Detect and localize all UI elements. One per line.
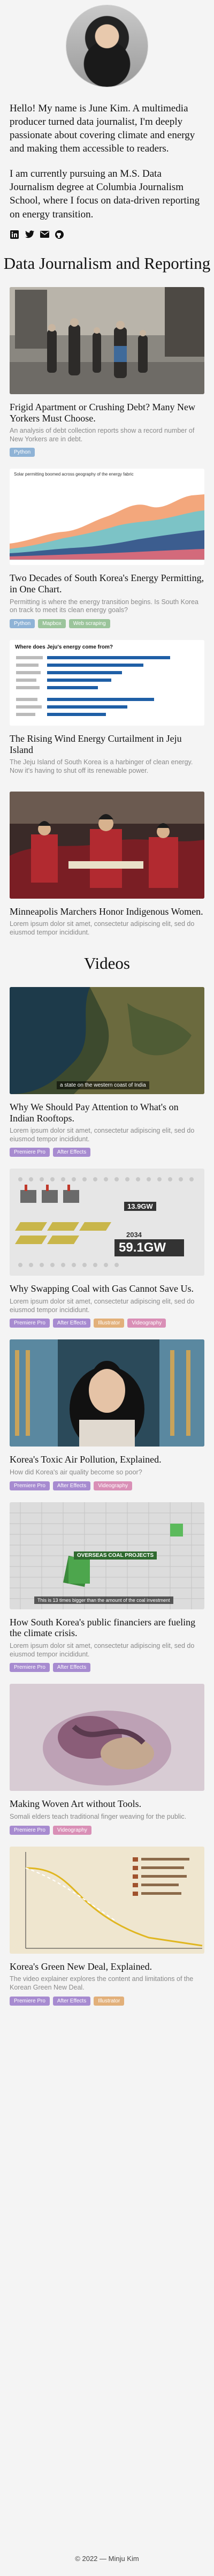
tag-list: Premiere Pro After Effects Illustrator (10, 1996, 204, 2006)
project-card[interactable]: Frigid Apartment or Crushing Debt? Many … (0, 287, 214, 457)
video-card[interactable]: a state on the western coast of India Wh… (0, 986, 214, 1157)
tag-list: Premiere Pro Videography (10, 1825, 204, 1835)
thumbnail-chart-title: Solar permitting boomed across geography… (14, 472, 134, 477)
tag: Videography (94, 1481, 133, 1490)
project-description: An analysis of debt collection reports s… (10, 427, 195, 443)
video-title[interactable]: Making Woven Art without Tools. (10, 1798, 204, 1810)
thumbnail-overlay-text: OVERSEAS COAL PROJECTS (74, 1551, 157, 1560)
tag: Premiere Pro (10, 1319, 50, 1328)
video-thumbnail[interactable]: OVERSEAS COAL PROJECTS This is 13 times … (10, 1502, 204, 1609)
twitter-icon[interactable] (25, 230, 34, 239)
video-title[interactable]: How South Korea's public financiers are … (10, 1617, 204, 1639)
project-title[interactable]: Frigid Apartment or Crushing Debt? Many … (10, 402, 204, 424)
video-card[interactable]: Korea's Green New Deal, Explained. The v… (0, 1846, 214, 2006)
intro: Hello! My name is June Kim. A multimedia… (0, 102, 214, 221)
tag-list: Python Mapbox Web scraping (10, 619, 204, 629)
tag: After Effects (52, 1996, 91, 2006)
video-description: Lorem ipsum dolor sit amet, consectetur … (10, 1298, 195, 1314)
intro-paragraph-2: I am currently pursuing an M.S. Data Jou… (10, 168, 200, 220)
video-card[interactable]: OVERSEAS COAL PROJECTS This is 13 times … (0, 1502, 214, 1673)
portfolio-page: Hello! My name is June Kim. A multimedia… (0, 0, 214, 2576)
tag-list: Premiere Pro After Effects Videography (10, 1481, 204, 1490)
project-description: Permitting is where the energy transitio… (10, 598, 198, 614)
tag: Illustrator (94, 1996, 125, 2006)
video-thumbnail[interactable]: 13.9GW 2034 59.1GW (10, 1169, 204, 1276)
project-title[interactable]: Two Decades of South Korea's Energy Perm… (10, 573, 204, 594)
capacity-label-big: 59.1GW (119, 1240, 166, 1255)
tag: Illustrator (94, 1319, 125, 1328)
section-title-data: Data Journalism and Reporting (3, 253, 211, 273)
tag: Videography (127, 1319, 166, 1328)
thumbnail-chart-title: Where does Jeju's energy come from? (15, 644, 113, 651)
video-description: The video explainer explores the content… (10, 1975, 194, 1991)
email-icon[interactable] (40, 230, 49, 239)
tag-list: Premiere Pro After Effects (10, 1148, 204, 1157)
project-thumbnail[interactable]: Solar permitting boomed across geography… (10, 469, 204, 566)
video-description: Lorem ipsum dolor sit amet, consectetur … (10, 1642, 195, 1658)
year-label: 2034 (126, 1231, 142, 1239)
tag-list: Premiere Pro After Effects Illustrator V… (10, 1319, 204, 1328)
video-thumbnail[interactable] (10, 1339, 204, 1447)
video-title[interactable]: Korea's Green New Deal, Explained. (10, 1961, 204, 1972)
section-title-videos: Videos (84, 953, 130, 973)
project-card[interactable]: Minneapolis Marchers Honor Indigenous Wo… (0, 791, 214, 941)
tag-list: Premiere Pro After Effects (10, 1663, 204, 1673)
video-caption: a state on the western coast of India (57, 1081, 149, 1089)
project-card[interactable]: Where does Jeju's energy come from? The … (0, 640, 214, 780)
tag: Premiere Pro (10, 1148, 50, 1157)
tag: After Effects (52, 1663, 91, 1673)
project-thumbnail[interactable] (10, 791, 204, 899)
project-description: The Jeju Island of South Korea is a harb… (10, 758, 193, 775)
video-card[interactable]: Korea's Toxic Air Pollution, Explained. … (0, 1339, 214, 1490)
capacity-label-top: 13.9GW (124, 1202, 156, 1211)
tag: Premiere Pro (10, 1481, 50, 1490)
github-icon[interactable] (55, 230, 64, 239)
project-description: Lorem ipsum dolor sit amet, consectetur … (10, 920, 195, 936)
linkedin-icon[interactable] (10, 230, 19, 239)
profile-header (0, 0, 214, 102)
tag-list: Python (10, 448, 204, 457)
tag: Premiere Pro (10, 1663, 50, 1673)
tag: After Effects (52, 1319, 91, 1328)
tag: Python (10, 448, 35, 457)
tag: After Effects (52, 1148, 91, 1157)
project-title[interactable]: The Rising Wind Energy Curtailment in Je… (10, 733, 204, 755)
video-title[interactable]: Korea's Toxic Air Pollution, Explained. (10, 1454, 204, 1465)
tag: Premiere Pro (10, 1996, 50, 2006)
tag: Premiere Pro (10, 1825, 50, 1835)
video-caption: This is 13 times bigger than the amount … (34, 1596, 173, 1604)
tag: Videography (52, 1825, 91, 1835)
video-card[interactable]: Making Woven Art without Tools. Somali e… (0, 1684, 214, 1835)
video-description: How did Korea's air quality become so po… (10, 1468, 142, 1477)
video-thumbnail[interactable]: a state on the western coast of India (10, 986, 204, 1094)
tag: Web scraping (68, 619, 110, 629)
video-thumbnail[interactable] (10, 1846, 204, 1954)
tag: Python (10, 619, 35, 629)
project-thumbnail[interactable]: Where does Jeju's energy come from? (10, 640, 204, 726)
project-card[interactable]: Solar permitting boomed across geography… (0, 469, 214, 629)
video-thumbnail[interactable] (10, 1684, 204, 1791)
profile-avatar (66, 5, 148, 87)
tag: Mapbox (38, 619, 66, 629)
intro-paragraph-1: Hello! My name is June Kim. A multimedia… (10, 103, 195, 155)
video-description: Lorem ipsum dolor sit amet, consectetur … (10, 1127, 195, 1143)
social-links (0, 230, 214, 239)
video-title[interactable]: Why We Should Pay Attention to What's on… (10, 1102, 204, 1124)
footer-copyright: © 2022 — Minju Kim (75, 2555, 139, 2563)
project-title[interactable]: Minneapolis Marchers Honor Indigenous Wo… (10, 906, 204, 917)
project-thumbnail[interactable] (10, 287, 204, 394)
video-card[interactable]: 13.9GW 2034 59.1GW Why Swapping Coal wit… (0, 1169, 214, 1328)
tag: After Effects (52, 1481, 91, 1490)
video-description: Somali elders teach traditional finger w… (10, 1813, 187, 1820)
video-title[interactable]: Why Swapping Coal with Gas Cannot Save U… (10, 1283, 204, 1294)
